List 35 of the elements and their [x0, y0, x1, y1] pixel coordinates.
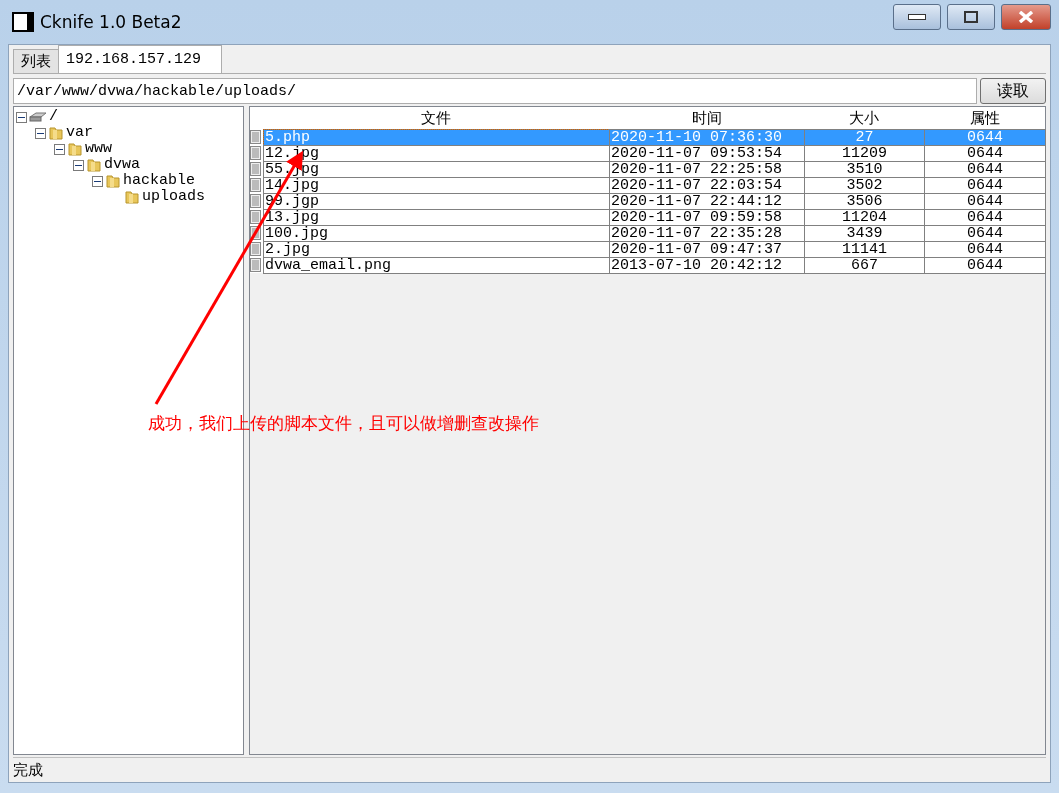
- folder-icon: [124, 189, 140, 205]
- collapse-toggle[interactable]: [16, 111, 27, 123]
- collapse-toggle[interactable]: [54, 143, 65, 155]
- table-cell[interactable]: 0644: [924, 257, 1046, 274]
- collapse-toggle[interactable]: [92, 175, 103, 187]
- tree-item[interactable]: /: [49, 109, 58, 125]
- tree-item[interactable]: dvwa: [104, 157, 140, 173]
- folder-icon: [86, 157, 102, 173]
- path-field[interactable]: /var/www/dvwa/hackable/uploads/: [13, 78, 977, 104]
- folder-icon: [105, 173, 121, 189]
- maximize-icon: [964, 11, 978, 23]
- tree-item[interactable]: uploads: [142, 189, 205, 205]
- close-icon: [1018, 11, 1034, 23]
- close-button[interactable]: [1001, 4, 1051, 30]
- status-bar: 完成: [13, 757, 1046, 782]
- minimize-icon: [908, 14, 926, 20]
- app-icon: [12, 12, 34, 32]
- window-title: Cknife 1.0 Beta2: [40, 12, 183, 32]
- tree-item[interactable]: www: [85, 141, 112, 157]
- read-button[interactable]: 读取: [980, 78, 1046, 104]
- folder-icon: [48, 125, 64, 141]
- table-cell[interactable]: dvwa_email.png: [263, 257, 610, 274]
- tree-item[interactable]: var: [66, 125, 93, 141]
- tree-item[interactable]: hackable: [123, 173, 195, 189]
- tab[interactable]: 192.168.157.129: [58, 45, 222, 73]
- collapse-toggle[interactable]: [73, 159, 84, 171]
- collapse-toggle[interactable]: [35, 127, 46, 139]
- drive-icon: [29, 111, 47, 123]
- annotation-text: 成功，我们上传的脚本文件，且可以做增删查改操作: [148, 412, 539, 435]
- folder-icon: [67, 141, 83, 157]
- minimize-button[interactable]: [893, 4, 941, 30]
- table-cell[interactable]: 667: [804, 257, 925, 274]
- maximize-button[interactable]: [947, 4, 995, 30]
- table-cell[interactable]: 2013-07-10 20:42:12: [609, 257, 805, 274]
- tab[interactable]: 列表: [13, 49, 59, 73]
